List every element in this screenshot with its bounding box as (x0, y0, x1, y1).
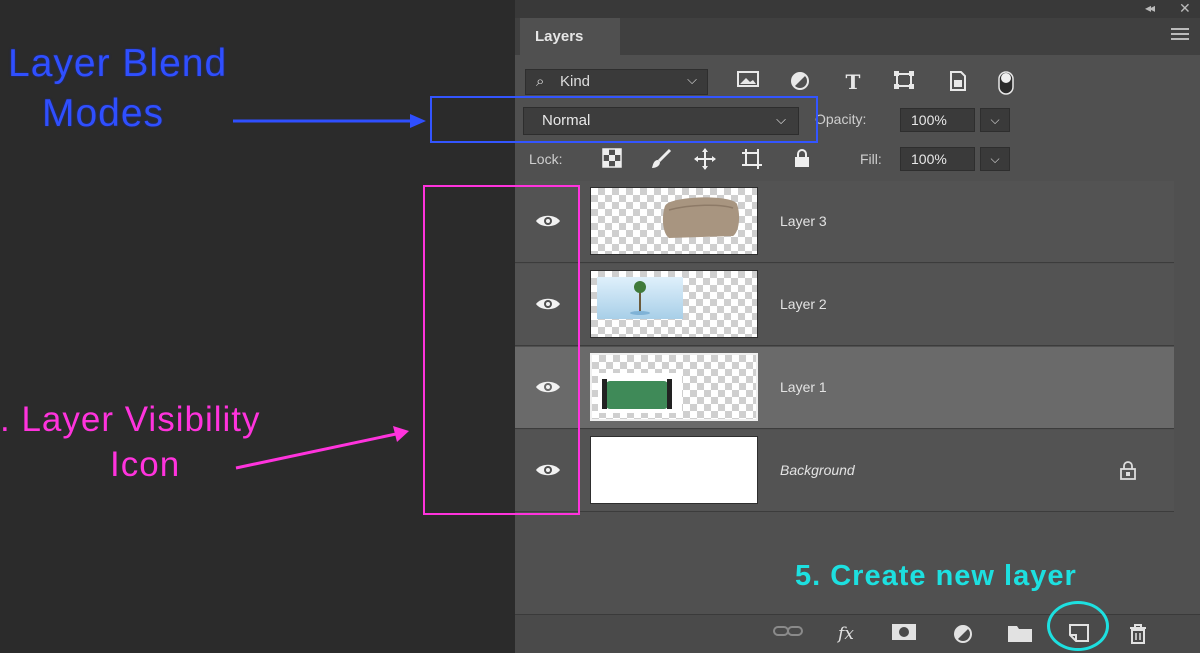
annotation-arrows (233, 114, 426, 470)
visibility-arrow-line (235, 432, 397, 470)
visibility-arrow-head (393, 426, 409, 442)
blend-arrow-head (410, 114, 426, 128)
